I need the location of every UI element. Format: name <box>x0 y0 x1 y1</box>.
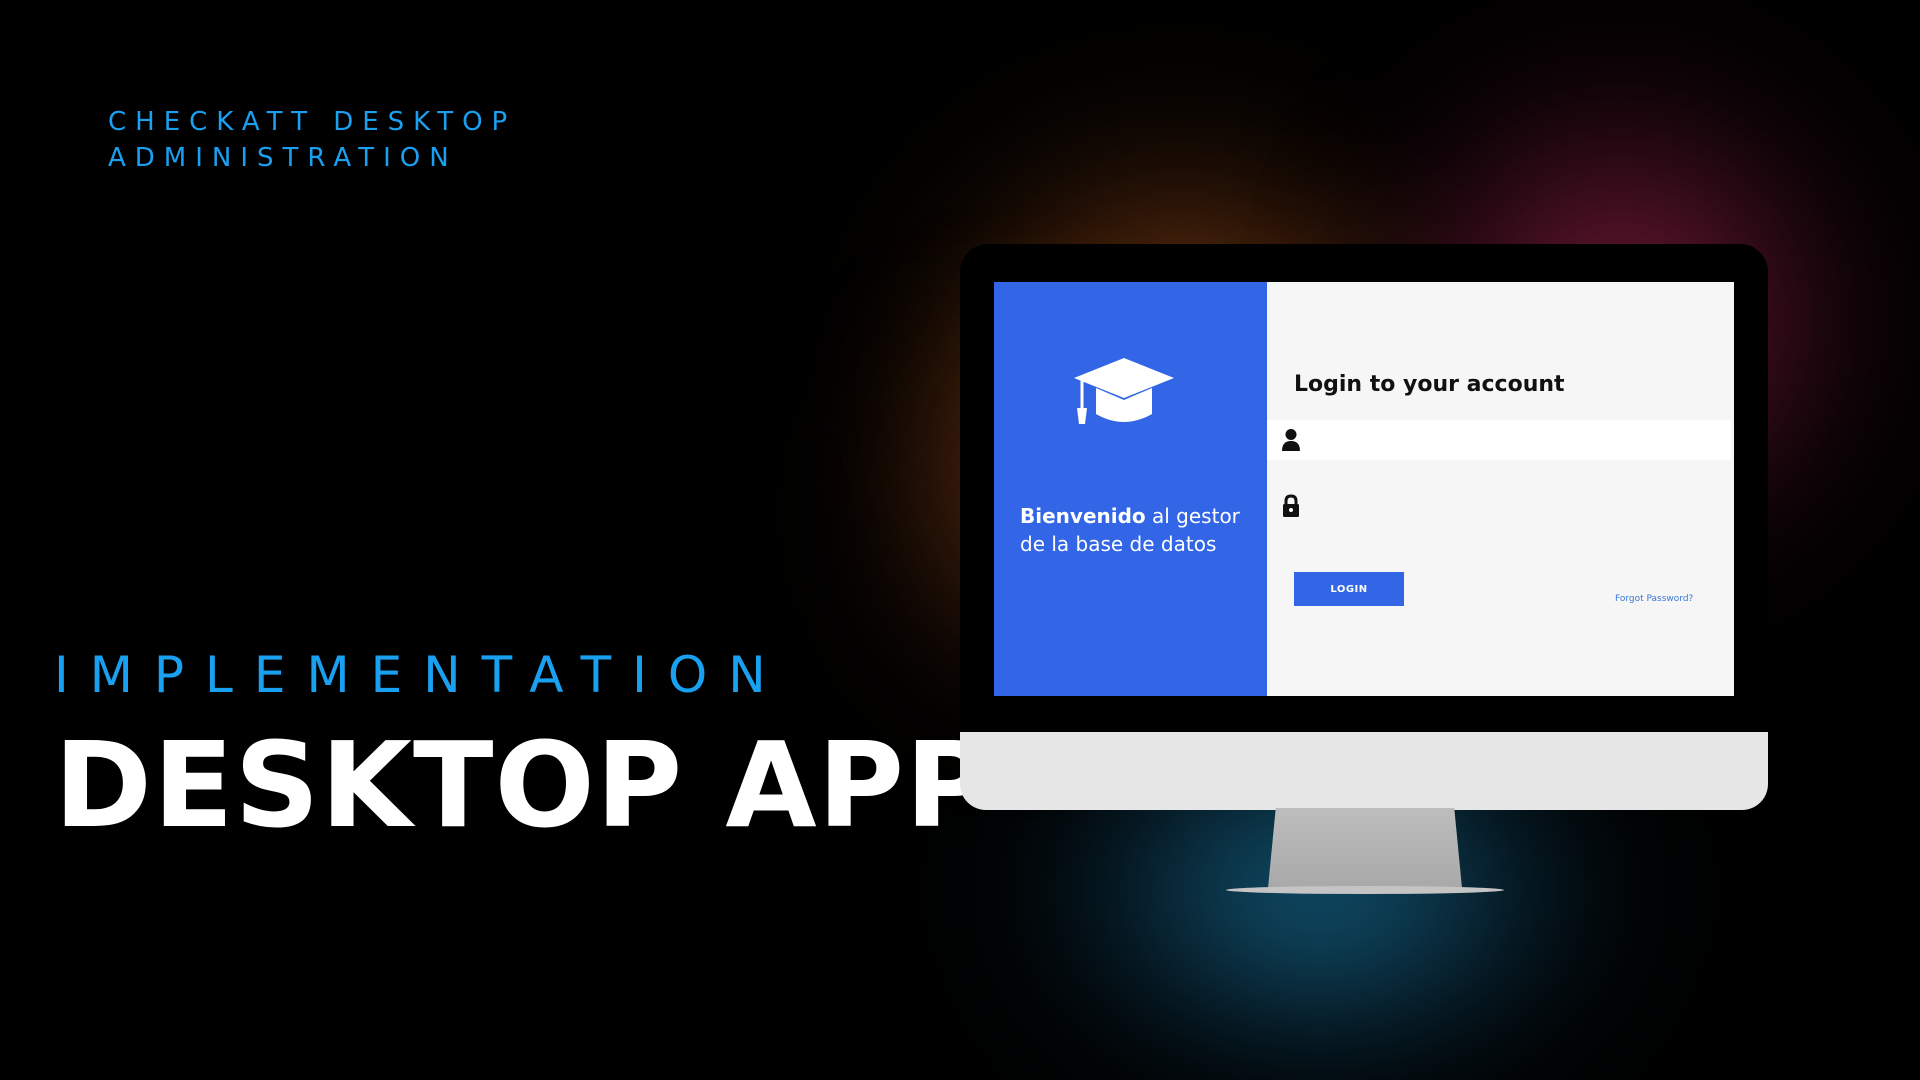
login-button[interactable]: LOGIN <box>1294 572 1404 606</box>
password-input[interactable] <box>1313 490 1717 524</box>
login-panel: Login to your account LOGIN Forgot Passw… <box>1267 282 1734 696</box>
login-title: Login to your account <box>1294 372 1565 397</box>
username-field-row <box>1267 420 1731 460</box>
slide: CHECKATT DESKTOP ADMINISTRATION IMPLEMEN… <box>0 0 1920 1080</box>
brand-panel: Bienvenido al gestor de la base de datos <box>994 282 1267 696</box>
kicker-line-1: CHECKATT DESKTOP <box>108 107 517 137</box>
app-window: Bienvenido al gestor de la base de datos… <box>994 282 1734 696</box>
headline: DESKTOP APP <box>54 716 993 854</box>
monitor-mockup: Bienvenido al gestor de la base de datos… <box>960 244 1768 810</box>
welcome-message: Bienvenido al gestor de la base de datos <box>1020 502 1255 558</box>
kicker-text: CHECKATT DESKTOP ADMINISTRATION <box>108 104 516 176</box>
monitor-stand-foot <box>1226 886 1504 894</box>
username-input[interactable] <box>1313 424 1717 458</box>
kicker-line-2: ADMINISTRATION <box>108 143 458 173</box>
section-label: IMPLEMENTATION <box>54 646 787 704</box>
monitor-stand-neck <box>1268 808 1462 888</box>
monitor-chin <box>960 732 1768 810</box>
monitor-stand <box>1226 808 1504 894</box>
graduation-cap-icon <box>1074 358 1174 424</box>
forgot-password-link[interactable]: Forgot Password? <box>1615 594 1693 604</box>
password-field-row <box>1267 486 1731 526</box>
user-icon <box>1282 429 1300 451</box>
lock-icon <box>1283 494 1299 517</box>
welcome-bold: Bienvenido <box>1020 504 1146 528</box>
